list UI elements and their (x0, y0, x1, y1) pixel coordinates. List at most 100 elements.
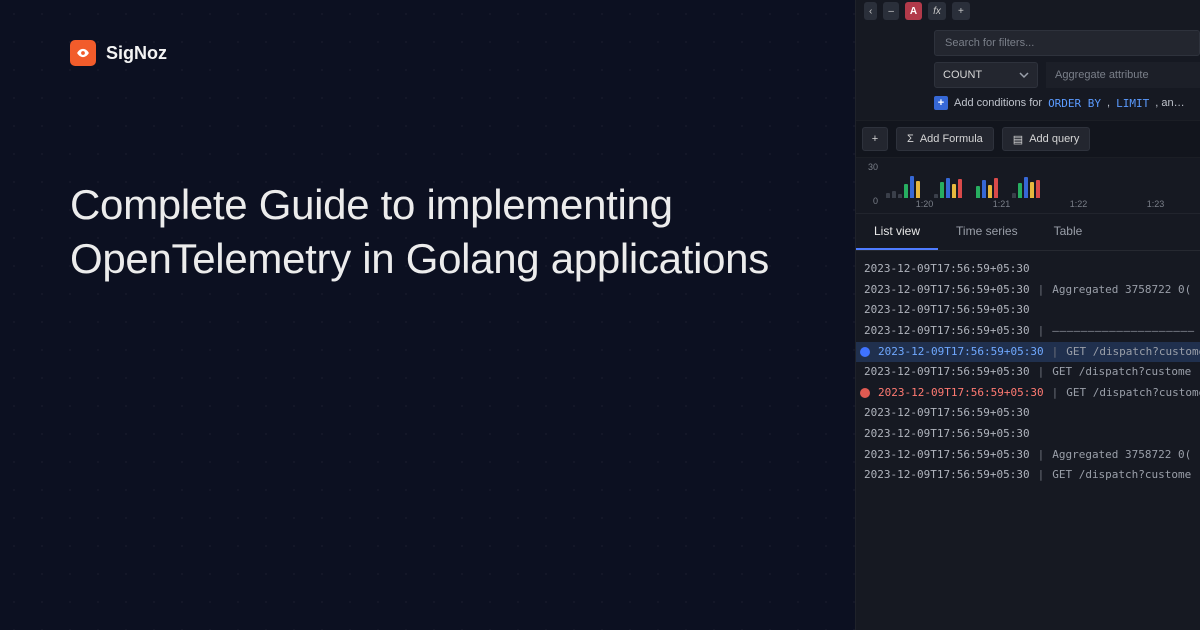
add-query-label: Add query (1029, 133, 1079, 145)
chart-bar (1012, 193, 1016, 198)
log-row[interactable]: 2023-12-09T17:56:59+05:30|GET /dispatch?… (856, 465, 1200, 486)
log-timestamp: 2023-12-09T17:56:59+05:30 (864, 449, 1030, 462)
chevron-left-icon[interactable]: ‹ (864, 2, 877, 20)
log-timestamp: 2023-12-09T17:56:59+05:30 (864, 469, 1030, 482)
add-button[interactable]: + (862, 127, 888, 151)
log-timestamp: 2023-12-09T17:56:59+05:30 (878, 346, 1044, 359)
log-body: Aggregated 3758722 0( (1052, 449, 1191, 462)
add-formula-button[interactable]: Σ Add Formula (896, 127, 994, 151)
log-separator: | (1038, 449, 1045, 462)
log-row[interactable]: 2023-12-09T17:56:59+05:30 (856, 424, 1200, 445)
doc-icon: ▤ (1013, 133, 1023, 146)
log-row[interactable]: 2023-12-09T17:56:59+05:30 | ——————————————… (856, 321, 1200, 342)
filter-search-input[interactable]: Search for filters... (934, 30, 1200, 56)
log-row[interactable]: 2023-12-09T17:56:59+05:30 (856, 259, 1200, 280)
conditions-row[interactable]: + Add conditions for ORDER BY , LIMIT , … (934, 96, 1200, 110)
log-row[interactable]: 2023-12-09T17:56:59+05:30 | GET /dispatch?… (856, 342, 1200, 363)
x-tick: 1:21 (963, 199, 1040, 213)
status-dot-icon (860, 347, 870, 357)
chart-bar (940, 182, 944, 198)
chart-x-axis: 1:20 1:21 1:22 1:23 (886, 199, 1194, 213)
log-body: GET /dispatch?custome (1052, 469, 1191, 482)
brand-mark (70, 40, 96, 66)
chart-bar (982, 180, 986, 198)
aggregate-attribute-placeholder: Aggregate attribute (1055, 69, 1149, 81)
log-separator: | (1038, 284, 1045, 297)
log-row[interactable]: 2023-12-09T17:56:59+05:30 | Aggregated 375… (856, 280, 1200, 301)
order-by-keyword: ORDER BY (1048, 97, 1101, 110)
log-body: Aggregated 3758722 0( (1052, 284, 1191, 297)
comma: , (1107, 97, 1110, 109)
aggregate-attribute-input[interactable]: Aggregate attribute (1046, 62, 1200, 88)
log-separator: | (1038, 366, 1045, 379)
brand-logo: SigNoz (70, 40, 167, 66)
chart-bar (1018, 183, 1022, 198)
log-body: ———————————————————— (1052, 325, 1194, 338)
chart-bar (994, 178, 998, 198)
tab-time-series[interactable]: Time series (938, 214, 1036, 250)
conditions-prefix: Add conditions for (954, 97, 1042, 109)
log-timestamp: 2023-12-09T17:56:59+05:30 (864, 304, 1030, 317)
aggregate-row: COUNT Aggregate attribute (934, 62, 1200, 88)
plus-icon[interactable]: + (952, 2, 970, 20)
sigma-icon: Σ (907, 133, 914, 145)
view-tabs: List view Time series Table (856, 214, 1200, 251)
query-letter-chip[interactable]: A (905, 2, 922, 20)
chart-bar (1024, 177, 1028, 198)
conditions-tail: , an… (1155, 97, 1184, 109)
log-timestamp: 2023-12-09T17:56:59+05:30 (878, 387, 1044, 400)
chart-bars (886, 164, 1194, 198)
log-separator: | (1052, 346, 1059, 359)
log-timestamp: 2023-12-09T17:56:59+05:30 (864, 263, 1030, 276)
log-timestamp: 2023-12-09T17:56:59+05:30 (864, 428, 1030, 441)
chart-bar (892, 191, 896, 198)
mini-bar-chart: 30 0 1:20 1:21 1:22 1:23 (856, 158, 1200, 214)
log-timestamp: 2023-12-09T17:56:59+05:30 (864, 284, 1030, 297)
tab-table[interactable]: Table (1036, 214, 1101, 250)
y-tick-top: 30 (856, 162, 878, 172)
log-row[interactable]: 2023-12-09T17:56:59+05:30 | GET /dispatch?… (856, 383, 1200, 404)
add-query-button[interactable]: ▤ Add query (1002, 127, 1091, 151)
aggregate-function-value: COUNT (943, 69, 982, 81)
log-separator: | (1038, 325, 1045, 338)
chart-bar (988, 185, 992, 198)
aggregate-function-select[interactable]: COUNT (934, 62, 1038, 88)
fx-chip[interactable]: fx (928, 2, 946, 20)
chart-bar (916, 181, 920, 198)
query-builder-toolbar: ‹ – A fx + (856, 0, 1200, 26)
query-actions: + Σ Add Formula ▤ Add query (856, 120, 1200, 158)
chart-bar (1036, 180, 1040, 198)
dash-icon[interactable]: – (883, 2, 899, 20)
plus-icon[interactable]: + (934, 96, 948, 110)
chart-bar (946, 178, 950, 198)
log-row[interactable]: 2023-12-09T17:56:59+05:30 (856, 403, 1200, 424)
chart-bar (904, 184, 908, 198)
log-row[interactable]: 2023-12-09T17:56:59+05:30 | Aggregated 375… (856, 445, 1200, 466)
log-timestamp: 2023-12-09T17:56:59+05:30 (864, 325, 1030, 338)
status-dot-icon (860, 388, 870, 398)
y-tick-bottom: 0 (856, 196, 878, 206)
log-timestamp: 2023-12-09T17:56:59+05:30 (864, 366, 1030, 379)
chart-y-axis: 30 0 (856, 162, 882, 206)
plus-icon: + (872, 133, 878, 145)
log-body: GET /dispatch?custome (1066, 346, 1200, 359)
chart-bar (958, 179, 962, 198)
chart-bar (952, 184, 956, 198)
chart-bar (910, 176, 914, 198)
limit-keyword: LIMIT (1116, 97, 1149, 110)
tab-list-view[interactable]: List view (856, 214, 938, 250)
log-row[interactable]: 2023-12-09T17:56:59+05:30|GET /dispatch?… (856, 362, 1200, 383)
chart-bar (976, 186, 980, 198)
chart-bar (1030, 182, 1034, 198)
x-tick: 1:23 (1117, 199, 1194, 213)
log-separator: | (1052, 387, 1059, 400)
query-builder: ‹ – A fx + Search for filters... COUNT A… (856, 0, 1200, 158)
chart-bar (886, 193, 890, 198)
eye-icon (76, 46, 90, 60)
log-row[interactable]: 2023-12-09T17:56:59+05:30 (856, 300, 1200, 321)
log-body: GET /dispatch?custome (1066, 387, 1200, 400)
chart-bar (898, 194, 902, 198)
page-title: Complete Guide to implementing OpenTelem… (70, 178, 790, 286)
x-tick: 1:20 (886, 199, 963, 213)
x-tick: 1:22 (1040, 199, 1117, 213)
